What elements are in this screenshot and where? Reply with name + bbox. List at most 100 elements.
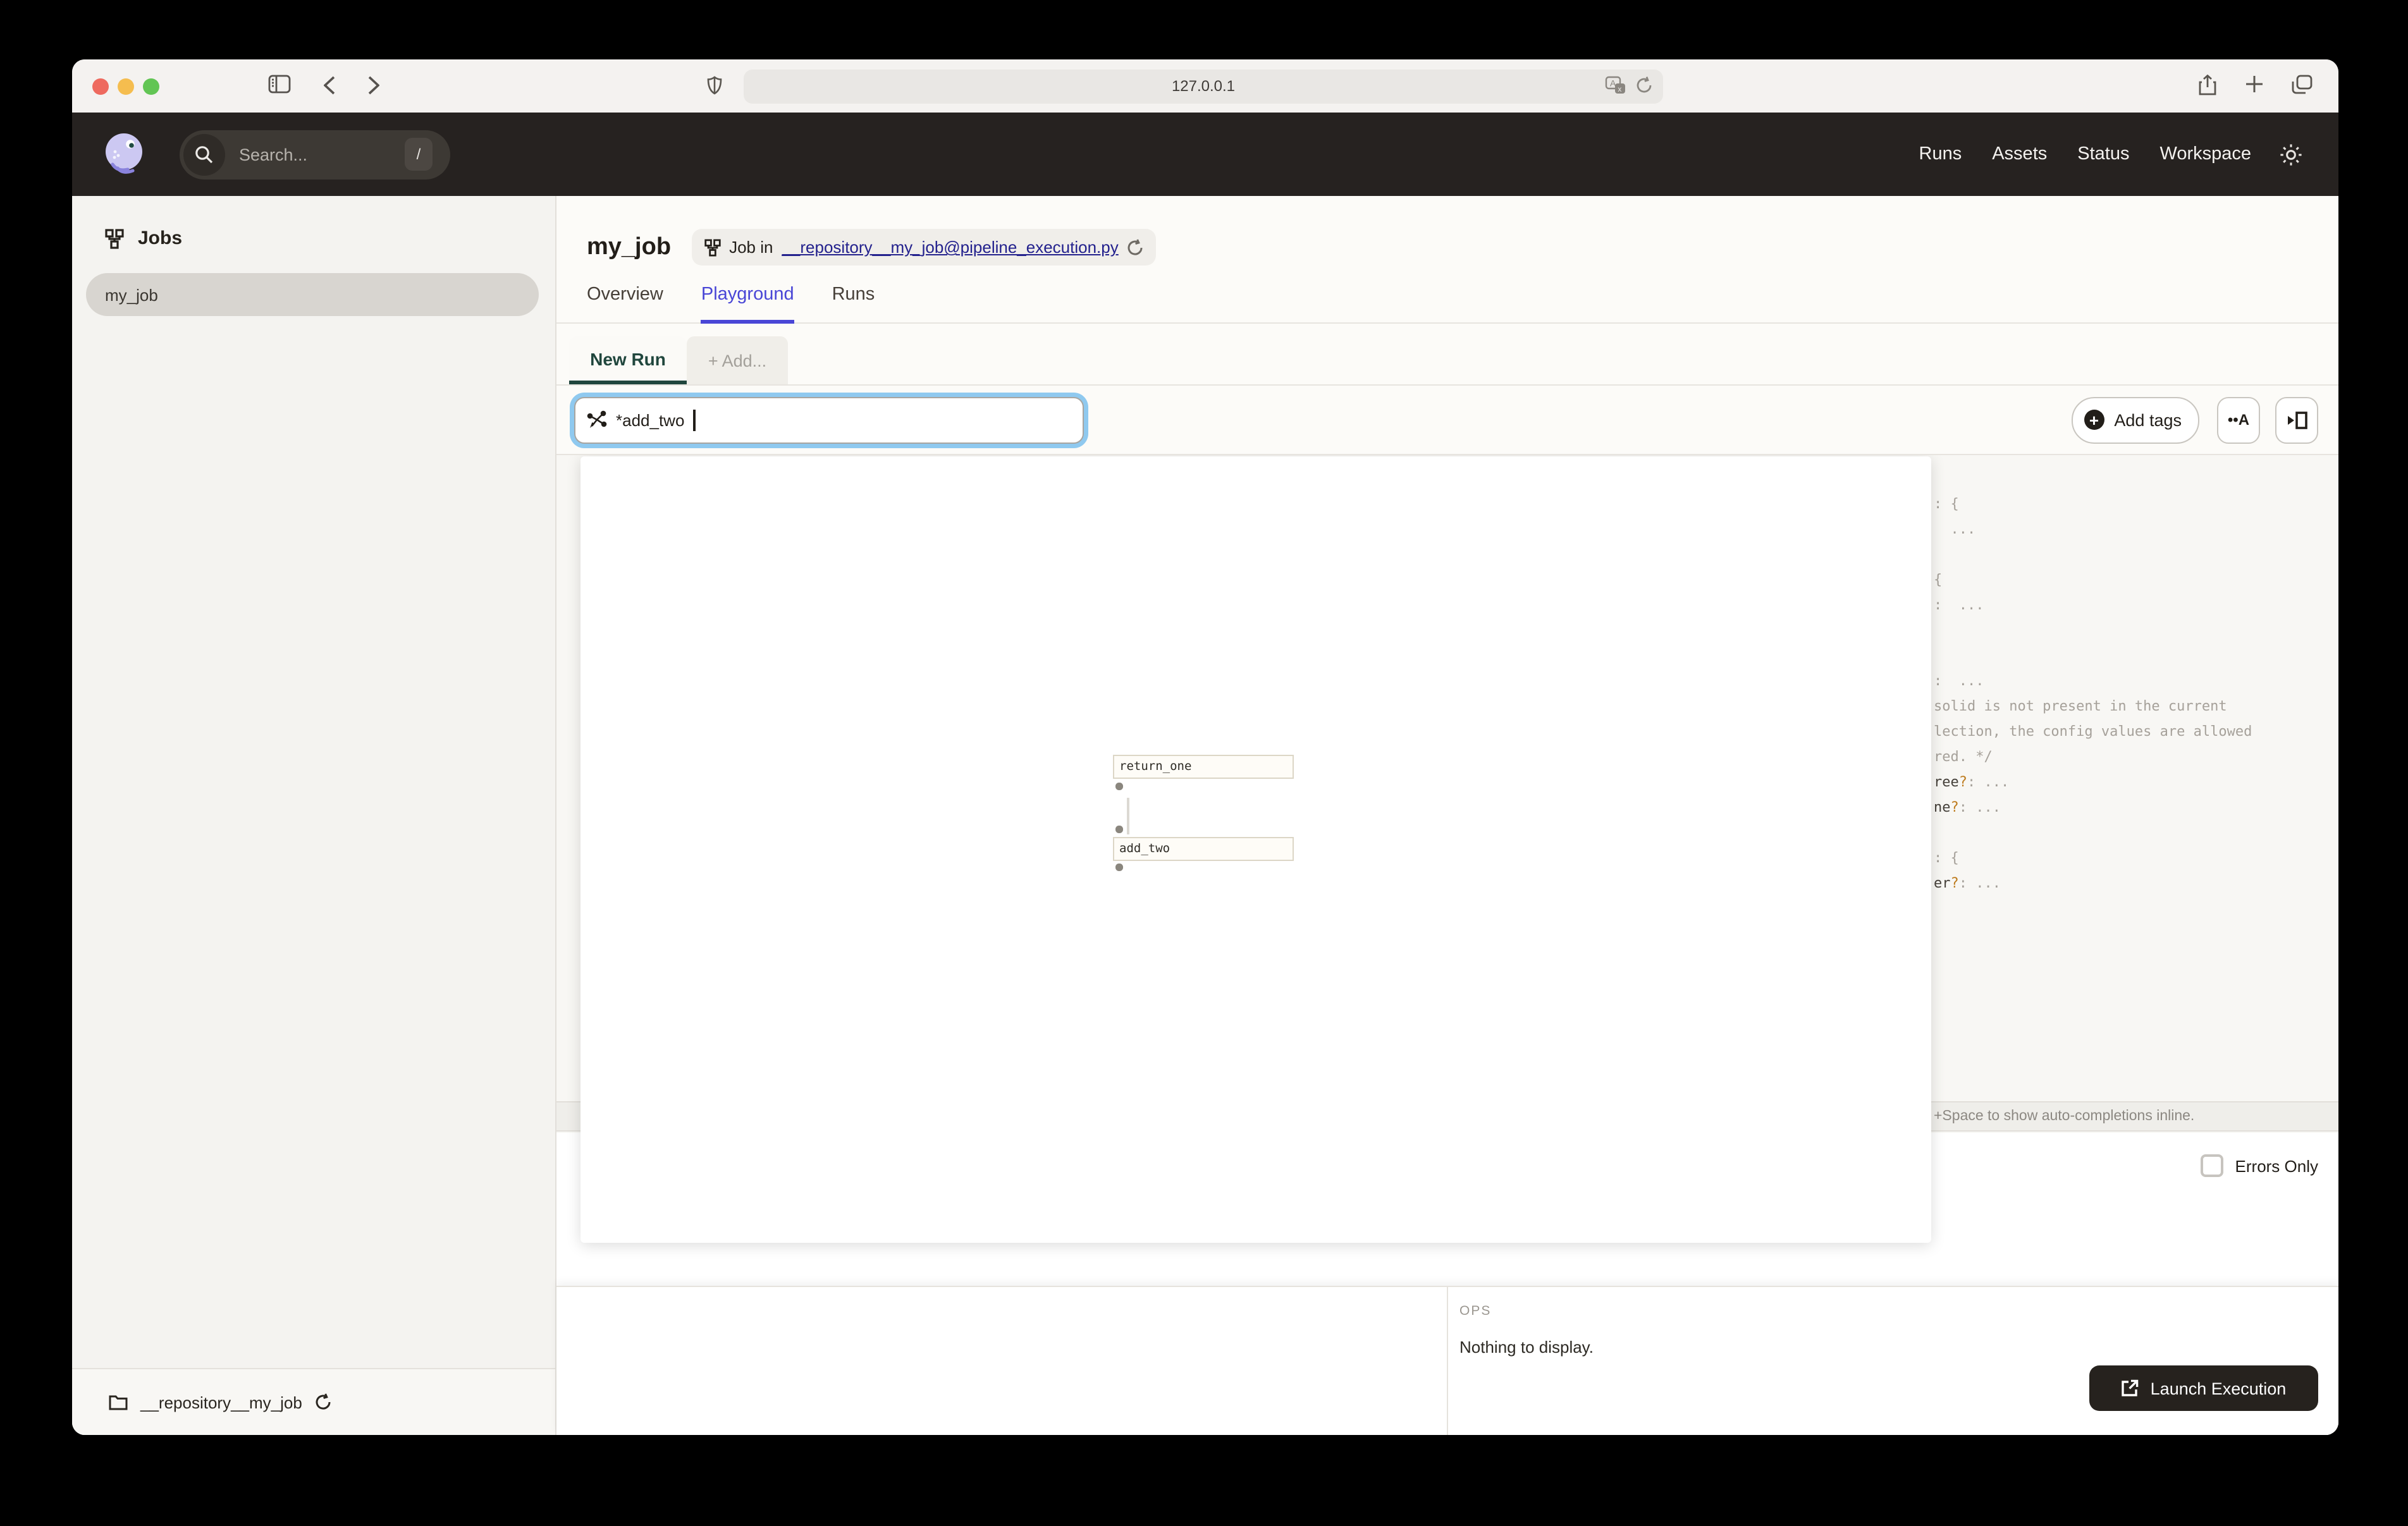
input-dot xyxy=(1115,826,1122,833)
browser-toolbar: 127.0.0.1 Ax xyxy=(72,59,2338,113)
config-line: : { xyxy=(1934,496,1959,512)
back-icon[interactable] xyxy=(324,76,335,95)
config-line: { xyxy=(1934,571,1943,588)
text-cursor xyxy=(693,409,696,430)
config-line: red. */ xyxy=(1934,748,1993,765)
repository-link[interactable]: __repository__my_job@pipeline_execution.… xyxy=(782,238,1118,257)
nav-runs[interactable]: Runs xyxy=(1919,144,1962,164)
search-icon xyxy=(183,133,225,175)
ops-header: OPS xyxy=(1459,1303,1492,1319)
svg-text:x: x xyxy=(1618,84,1621,93)
privacy-shield-icon[interactable] xyxy=(707,76,722,95)
url-bar[interactable]: 127.0.0.1 Ax xyxy=(744,69,1663,103)
config-line: er?: ... xyxy=(1934,875,2001,891)
search-input[interactable]: Search... / xyxy=(180,130,450,179)
config-line: lection, the config values are allowed xyxy=(1934,723,2252,740)
config-line: : { xyxy=(1934,850,1959,866)
dagster-logo[interactable] xyxy=(100,130,148,178)
config-line: ne?: ... xyxy=(1934,799,2001,815)
config-line: : ... xyxy=(1934,597,1984,613)
sidebar-toggle-icon[interactable] xyxy=(268,75,291,94)
bottom-panel: OPS Nothing to display. Launch Execution xyxy=(556,1286,2338,1435)
reload-icon[interactable] xyxy=(1635,75,1653,94)
nav-assets[interactable]: Assets xyxy=(1992,144,2047,164)
config-editor[interactable]: : { ... { : ... : ... solid is not present i… xyxy=(1934,492,2338,896)
translate-icon[interactable]: Ax xyxy=(1605,75,1626,94)
panel-divider xyxy=(1447,1287,1448,1435)
autocomplete-icon: ••A xyxy=(2227,411,2250,429)
config-line xyxy=(1934,821,2338,846)
external-link-icon xyxy=(2122,1379,2139,1397)
graph-node-return-one[interactable]: return_one xyxy=(1113,755,1294,779)
op-selector-dropdown-panel: return_one add_two xyxy=(580,456,1931,1243)
page-tabs: Overview Playground Runs xyxy=(556,284,2338,324)
config-split-area: : { ... { : ... : ... solid is not present i… xyxy=(556,455,2338,1286)
ops-section: OPS Nothing to display. xyxy=(1459,1303,1594,1357)
errors-only-label: Errors Only xyxy=(2235,1156,2318,1175)
repository-footer: __repository__my_job xyxy=(72,1368,555,1435)
config-line: ree?: ... xyxy=(1934,774,2010,790)
output-dot xyxy=(1115,783,1122,790)
config-line xyxy=(1934,644,2338,669)
tab-new-run[interactable]: New Run xyxy=(569,336,687,384)
config-line: solid is not present in the current xyxy=(1934,698,2227,714)
app-nav: Runs Assets Status Workspace xyxy=(1919,144,2252,164)
play-panel-icon xyxy=(2286,410,2307,429)
autocomplete-config-button[interactable]: ••A xyxy=(2217,396,2260,443)
add-tags-label: Add tags xyxy=(2114,410,2182,429)
zoom-window-button[interactable] xyxy=(143,78,159,94)
op-selector-row: *add_two + Add tags ••A xyxy=(556,386,2338,455)
op-graph-icon xyxy=(587,410,607,430)
minimize-window-button[interactable] xyxy=(118,78,134,94)
screen: 127.0.0.1 Ax Search... / Runs Assets Sta… xyxy=(0,0,2408,1526)
main-content: my_job Job in __repository__my_job@pipel… xyxy=(556,196,2338,1435)
expand-panel-button[interactable] xyxy=(2275,396,2318,443)
search-placeholder: Search... xyxy=(239,145,308,164)
gear-icon[interactable] xyxy=(2279,142,2303,166)
op-selector-input[interactable]: *add_two xyxy=(574,396,1084,443)
repository-reload-icon[interactable] xyxy=(315,1393,331,1411)
share-icon[interactable] xyxy=(2198,75,2217,96)
job-icon xyxy=(704,238,720,256)
forward-icon[interactable] xyxy=(368,76,379,95)
tab-overview-icon[interactable] xyxy=(2292,75,2313,96)
url-text: 127.0.0.1 xyxy=(1171,77,1236,95)
new-tab-icon[interactable] xyxy=(2245,75,2264,96)
plus-circle-icon: + xyxy=(2084,410,2104,430)
add-run-tab-button[interactable]: + Add... xyxy=(687,336,788,384)
config-line xyxy=(1934,542,2338,568)
sidebar-title: Jobs xyxy=(138,228,183,249)
badge-reload-icon[interactable] xyxy=(1127,238,1144,256)
run-tab-strip: New Run + Add... xyxy=(556,336,2338,386)
sidebar-item-my-job[interactable]: my_job xyxy=(86,273,539,316)
config-line xyxy=(1934,618,2338,644)
ops-empty-message: Nothing to display. xyxy=(1459,1338,1594,1357)
nav-workspace[interactable]: Workspace xyxy=(2159,144,2251,164)
search-shortcut-badge: / xyxy=(405,138,433,171)
edge-line xyxy=(1127,798,1129,834)
jobs-sidebar: Jobs my_job __repository__my_job xyxy=(72,196,556,1435)
folder-icon xyxy=(109,1394,128,1410)
nav-status[interactable]: Status xyxy=(2077,144,2129,164)
launch-execution-button[interactable]: Launch Execution xyxy=(2089,1365,2318,1411)
op-selector-value: *add_two xyxy=(616,410,685,429)
config-line: : ... xyxy=(1934,673,1984,689)
close-window-button[interactable] xyxy=(92,78,109,94)
browser-window: 127.0.0.1 Ax Search... / Runs Assets Sta… xyxy=(72,59,2338,1435)
sidebar-item-label: my_job xyxy=(105,285,158,304)
output-dot xyxy=(1115,864,1122,870)
page-title: my_job xyxy=(587,233,672,260)
launch-execution-label: Launch Execution xyxy=(2150,1379,2287,1398)
add-tags-button[interactable]: + Add tags xyxy=(2071,396,2199,443)
tab-playground[interactable]: Playground xyxy=(701,284,794,324)
tab-runs[interactable]: Runs xyxy=(832,284,875,324)
errors-only-checkbox[interactable] xyxy=(2201,1154,2224,1177)
graph-node-add-two[interactable]: add_two xyxy=(1113,837,1294,861)
repository-name: __repository__my_job xyxy=(140,1393,302,1412)
tab-overview[interactable]: Overview xyxy=(587,284,663,324)
job-location-badge: Job in __repository__my_job@pipeline_exe… xyxy=(691,229,1157,266)
jobs-icon xyxy=(105,228,124,248)
help-bar-text: +Space to show auto-completions inline. xyxy=(1934,1109,2195,1124)
job-badge-prefix: Job in xyxy=(729,238,773,257)
config-line: ... xyxy=(1934,521,1976,537)
